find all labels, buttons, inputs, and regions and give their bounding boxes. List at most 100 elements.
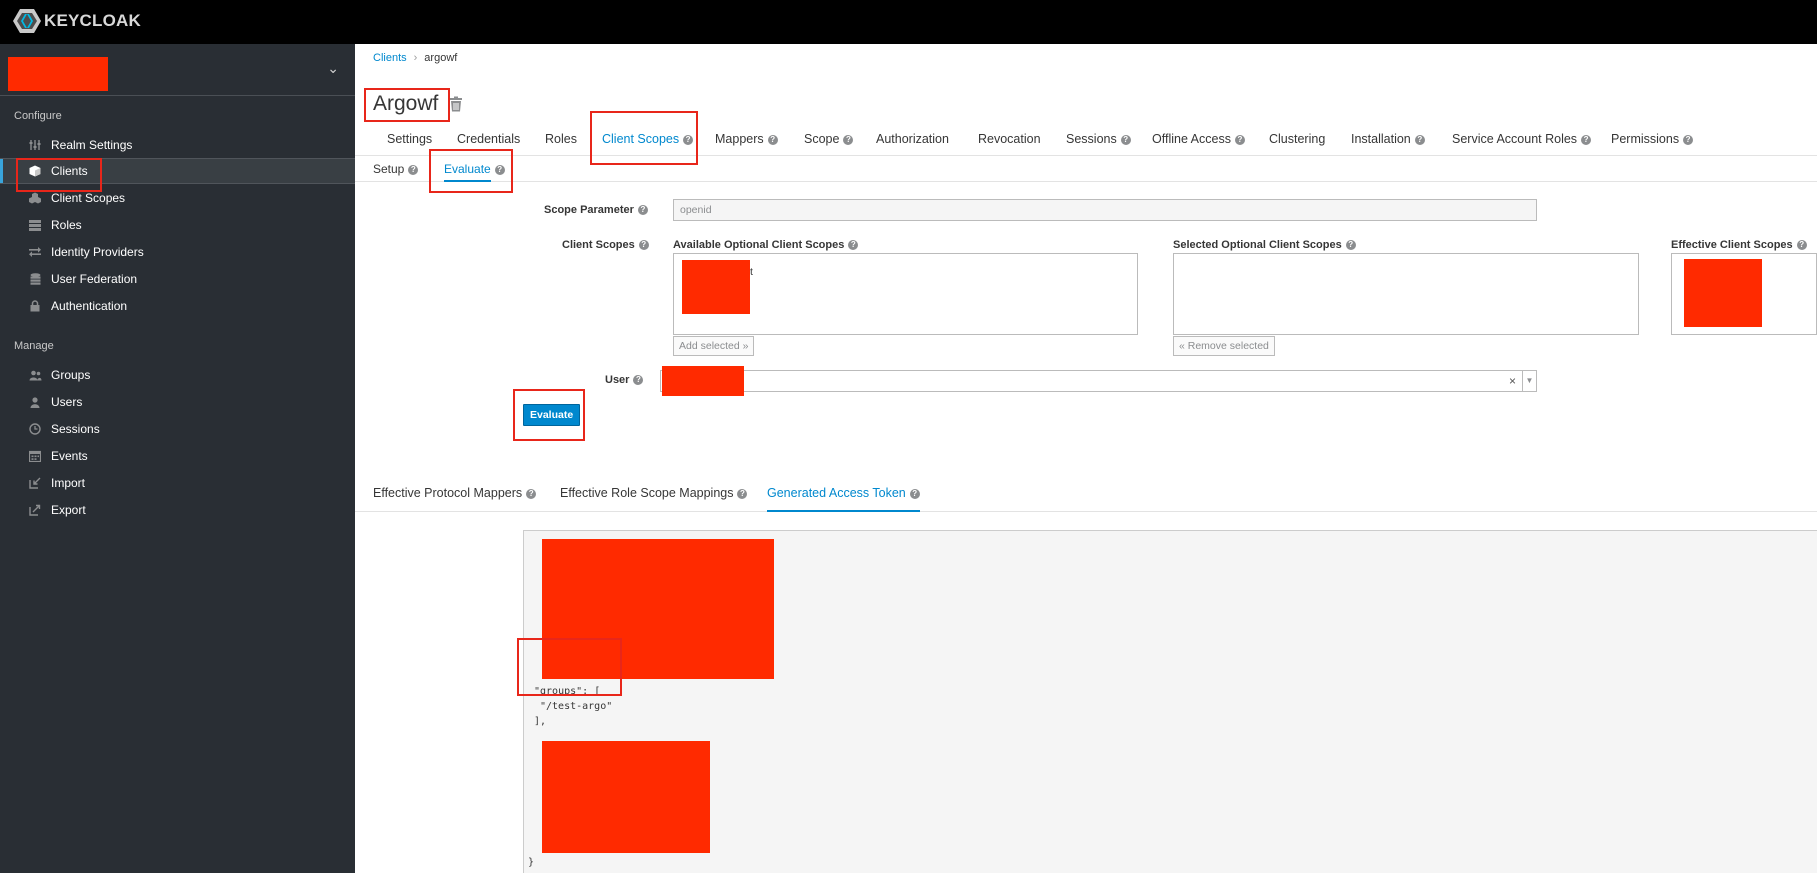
tab-scope[interactable]: Scope? [804, 132, 854, 146]
help-icon[interactable]: ? [1120, 135, 1131, 145]
tab-label: Sessions [1066, 132, 1117, 146]
sidebar-item-label: Clients [51, 164, 88, 178]
tab-effective-protocol-mappers[interactable]: Effective Protocol Mappers? [373, 486, 537, 500]
help-icon[interactable]: ? [1581, 135, 1592, 145]
help-icon[interactable]: ? [848, 240, 859, 250]
sidebar-item-realm-settings[interactable]: Realm Settings [0, 132, 355, 158]
realm-selector[interactable]: ⌄ [0, 44, 355, 96]
sidebar-item-export[interactable]: Export [0, 497, 355, 523]
help-icon[interactable]: ? [909, 489, 920, 499]
sidebar-item-users[interactable]: Users [0, 389, 355, 415]
sidebar-item-roles[interactable]: Roles [0, 212, 355, 238]
tab-label: Settings [387, 132, 433, 146]
redacted-token-claims-2 [542, 741, 710, 853]
chevron-down-icon[interactable]: ⌄ [327, 60, 339, 77]
sidebar-item-label: Sessions [51, 422, 100, 436]
available-scopes-label: Available Optional Client Scopes? [673, 239, 859, 251]
tab-label: Authorization [876, 132, 949, 146]
breadcrumb-current: argowf [424, 52, 458, 64]
help-icon[interactable]: ? [1796, 240, 1807, 250]
tab-sessions[interactable]: Sessions? [1066, 132, 1131, 146]
help-icon[interactable]: ? [683, 135, 694, 145]
breadcrumb: Clients › argowf [373, 52, 457, 64]
tab-mappers[interactable]: Mappers? [715, 132, 778, 146]
sidebar-item-label: User Federation [51, 272, 138, 286]
tab-roles[interactable]: Roles [545, 132, 577, 146]
tab-installation[interactable]: Installation? [1351, 132, 1425, 146]
evaluation-result-tabs: Effective Protocol Mappers? Effective Ro… [355, 476, 1817, 512]
evaluate-button[interactable]: Evaluate [523, 404, 581, 426]
users-group-icon [28, 368, 42, 382]
sidebar-item-sessions[interactable]: Sessions [0, 416, 355, 442]
help-icon[interactable]: ? [737, 489, 748, 499]
help-icon[interactable]: ? [637, 205, 648, 215]
help-icon[interactable]: ? [1234, 135, 1245, 145]
selected-scopes-list[interactable] [1173, 253, 1639, 335]
breadcrumb-clients-link[interactable]: Clients [373, 52, 407, 64]
user-select[interactable]: × ▼ [660, 370, 1537, 392]
subtab-evaluate[interactable]: Evaluate? [444, 162, 505, 182]
tab-credentials[interactable]: Credentials [457, 132, 520, 146]
tab-label: Installation [1351, 132, 1411, 146]
sidebar-item-label: Export [51, 503, 86, 517]
tab-permissions[interactable]: Permissions? [1611, 132, 1694, 146]
sidebar-item-authentication[interactable]: Authentication [0, 293, 355, 319]
sidebar-item-import[interactable]: Import [0, 470, 355, 496]
breadcrumb-separator: › [413, 52, 418, 64]
help-icon[interactable]: ? [843, 135, 854, 145]
sidebar-item-identity-providers[interactable]: Identity Providers [0, 239, 355, 265]
sidebar-item-groups[interactable]: Groups [0, 362, 355, 388]
help-icon[interactable]: ? [767, 135, 778, 145]
token-closing-brace: } [528, 857, 535, 868]
lock-icon [28, 299, 42, 313]
help-icon[interactable]: ? [1345, 240, 1356, 250]
help-icon[interactable]: ? [1683, 135, 1694, 145]
help-icon[interactable]: ? [526, 489, 537, 499]
sidebar-item-client-scopes[interactable]: Client Scopes [0, 185, 355, 211]
add-selected-button[interactable]: Add selected » [673, 336, 755, 356]
tab-client-scopes[interactable]: Client Scopes? [602, 132, 694, 146]
tab-label: Generated Access Token [767, 486, 906, 500]
tab-revocation[interactable]: Revocation [978, 132, 1041, 146]
tab-clustering[interactable]: Clustering [1269, 132, 1325, 146]
client-scopes-label: Client Scopes? [562, 239, 649, 251]
tab-label: Credentials [457, 132, 521, 146]
tab-effective-role-scope-mappings[interactable]: Effective Role Scope Mappings? [560, 486, 748, 500]
sidebar-item-user-federation[interactable]: User Federation [0, 266, 355, 292]
scope-parameter-input: openid [673, 199, 1537, 221]
help-icon[interactable]: ? [408, 165, 419, 175]
caret-down-icon[interactable]: ▼ [1522, 371, 1536, 391]
tab-label: Client Scopes [602, 132, 680, 146]
tab-offline-access[interactable]: Offline Access? [1152, 132, 1245, 146]
sidebar-item-label: Roles [51, 218, 82, 232]
generated-access-token-output: "groups": [ "/test-argo" ], } [523, 530, 1817, 873]
keycloak-logo[interactable]: KEYCLOAK [12, 8, 141, 34]
tab-authorization[interactable]: Authorization [876, 132, 949, 146]
configure-section-label: Configure [14, 110, 62, 122]
tab-service-account-roles[interactable]: Service Account Roles? [1452, 132, 1592, 146]
tab-generated-access-token[interactable]: Generated Access Token? [767, 486, 920, 512]
sidebar-item-events[interactable]: Events [0, 443, 355, 469]
help-icon[interactable]: ? [1414, 135, 1425, 145]
cubes-icon [28, 191, 42, 205]
clear-icon[interactable]: × [1509, 374, 1516, 388]
sidebar-item-clients[interactable]: Clients [0, 158, 355, 184]
help-icon[interactable]: ? [494, 165, 505, 175]
trash-icon[interactable] [449, 96, 463, 112]
help-icon[interactable]: ? [638, 240, 649, 250]
label-text: Available Optional Client Scopes [673, 239, 845, 251]
effective-scopes-label: Effective Client Scopes? [1671, 239, 1807, 251]
help-icon[interactable]: ? [633, 375, 644, 385]
subtab-setup[interactable]: Setup? [373, 162, 419, 176]
redacted-token-claims [542, 539, 774, 679]
token-groups-value: "/test-argo" [540, 701, 613, 712]
clock-icon [28, 422, 42, 436]
page-title: Argowf [373, 92, 439, 115]
subtab-label: Setup [373, 162, 405, 176]
remove-selected-button[interactable]: « Remove selected [1173, 336, 1275, 356]
exchange-icon [28, 245, 42, 259]
sidebar-item-label: Authentication [51, 299, 128, 313]
import-icon [28, 476, 42, 490]
tab-settings[interactable]: Settings [387, 132, 432, 146]
label-text: Scope Parameter [544, 204, 634, 216]
